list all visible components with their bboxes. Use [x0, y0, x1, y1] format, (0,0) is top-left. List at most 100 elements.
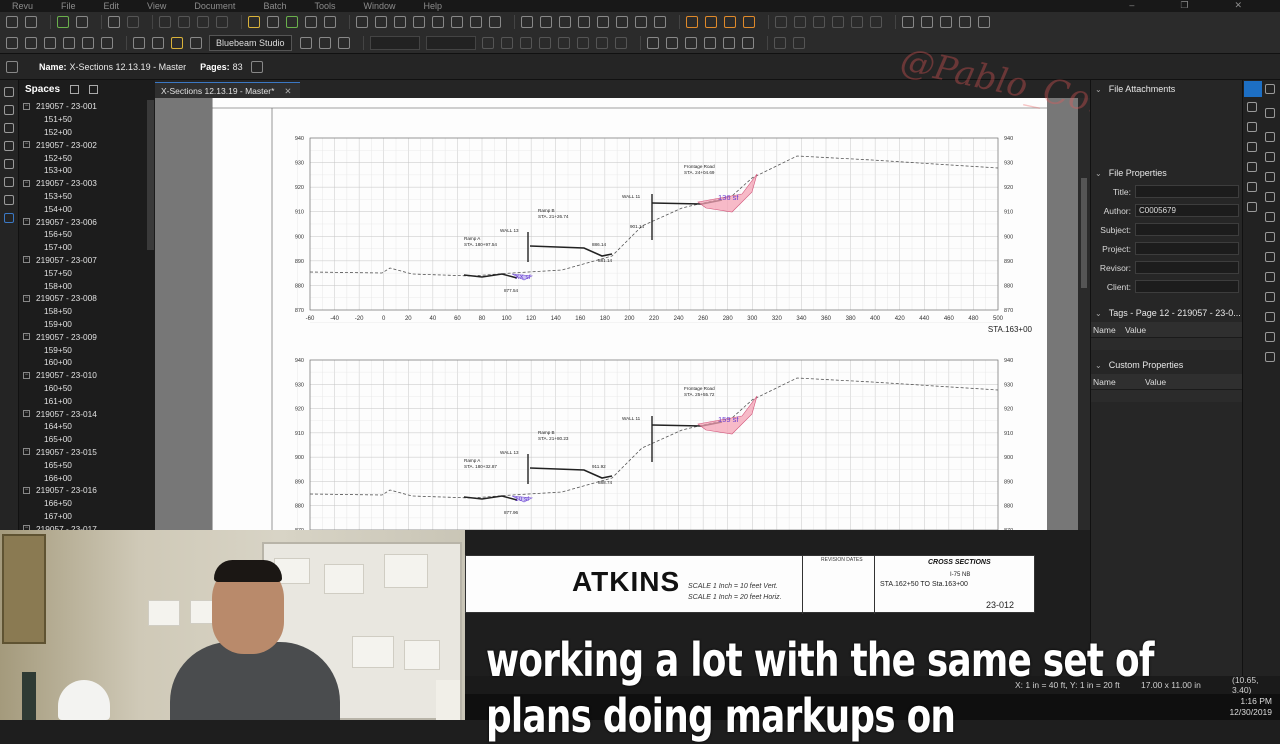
email-icon[interactable]: [82, 36, 94, 49]
highlight-icon[interactable]: [248, 16, 260, 28]
tool-icon-12[interactable]: [1265, 352, 1275, 362]
studio-dropdown[interactable]: Bluebeam Studio: [209, 34, 292, 51]
share-icon[interactable]: [152, 36, 164, 49]
space-group[interactable]: −219057 - 23-003: [19, 177, 155, 190]
space-options-icon[interactable]: [89, 84, 99, 94]
bold-icon[interactable]: [481, 36, 494, 49]
tool-icon-6[interactable]: [1265, 232, 1275, 242]
space-group[interactable]: −219057 - 23-001: [19, 100, 155, 113]
measure-perimeter-icon[interactable]: [724, 16, 736, 28]
space-group[interactable]: −219057 - 23-016: [19, 484, 155, 497]
stamp-tool-icon[interactable]: [451, 16, 463, 28]
space-item[interactable]: 167+00: [19, 510, 155, 523]
line-icon[interactable]: [521, 16, 533, 28]
tool-icon-2[interactable]: [1265, 152, 1275, 162]
collapse-icon[interactable]: −: [23, 218, 30, 226]
space-item[interactable]: 158+00: [19, 279, 155, 292]
space-item[interactable]: 159+00: [19, 318, 155, 331]
font-family-input[interactable]: [369, 35, 420, 50]
space-item[interactable]: 166+00: [19, 471, 155, 484]
menu-edit[interactable]: Edit: [104, 1, 120, 11]
crop-icon[interactable]: [489, 16, 501, 28]
space-group[interactable]: −219057 - 23-015: [19, 446, 155, 459]
space-item[interactable]: 154+00: [19, 202, 155, 215]
menu-revu[interactable]: Revu: [12, 1, 33, 11]
space-item[interactable]: 160+00: [19, 356, 155, 369]
cut-icon[interactable]: [159, 16, 171, 28]
copy-icon[interactable]: [178, 16, 190, 28]
ellipse-icon[interactable]: [616, 16, 628, 28]
add-space-icon[interactable]: [70, 84, 80, 94]
clear-icon[interactable]: [337, 36, 350, 49]
measure-length-icon[interactable]: [686, 16, 698, 28]
collapse-icon[interactable]: −: [23, 179, 30, 187]
strikethrough-icon[interactable]: [519, 36, 532, 49]
search-icon[interactable]: [1247, 202, 1257, 212]
tags-section[interactable]: ⌄ Tags - Page 12 - 219057 - 23-0...: [1091, 304, 1242, 322]
lock-icon[interactable]: [851, 16, 863, 28]
folder-icon[interactable]: [25, 36, 37, 49]
space-item[interactable]: 153+00: [19, 164, 155, 177]
space-item[interactable]: 166+50: [19, 497, 155, 510]
profile-icon[interactable]: [1265, 108, 1275, 118]
text-box-icon[interactable]: [356, 16, 368, 28]
note-icon[interactable]: [413, 16, 425, 28]
studio-icon[interactable]: [190, 36, 202, 49]
arrow-icon[interactable]: [540, 16, 552, 28]
line-width-icon[interactable]: [792, 36, 805, 49]
property-field[interactable]: [1135, 280, 1239, 293]
space-group[interactable]: −219057 - 23-010: [19, 369, 155, 382]
open-file-icon[interactable]: [6, 36, 18, 49]
arc-icon[interactable]: [559, 16, 571, 28]
frame-icon[interactable]: [703, 36, 716, 49]
eraser-icon[interactable]: [324, 16, 336, 28]
compare-icon[interactable]: [1247, 162, 1257, 172]
checkbox-icon[interactable]: [684, 36, 697, 49]
tool-icon-10[interactable]: [1265, 312, 1275, 322]
underline-icon[interactable]: [538, 36, 551, 49]
file-properties-section[interactable]: ⌄ File Properties: [1091, 164, 1242, 182]
format-text-icon[interactable]: [921, 16, 933, 28]
tool-icon-3[interactable]: [1265, 172, 1275, 182]
collapse-icon[interactable]: −: [23, 448, 30, 456]
pen-style-icon[interactable]: [741, 36, 754, 49]
tab-document[interactable]: X-Sections 12.13.19 - Master* ✕: [155, 82, 300, 98]
properties-icon[interactable]: [299, 36, 312, 49]
space-item[interactable]: 159+50: [19, 343, 155, 356]
menu-help[interactable]: Help: [423, 1, 442, 11]
line-style-icon[interactable]: [773, 36, 786, 49]
space-item[interactable]: 157+50: [19, 266, 155, 279]
spell-check-icon[interactable]: [902, 16, 914, 28]
canvas-scrollbar[interactable]: [1078, 98, 1090, 530]
spaces-scrollbar[interactable]: [147, 100, 154, 250]
close-icon[interactable]: ✕: [1234, 0, 1242, 11]
document-canvas[interactable]: -60 -40 -20 0 20 40 60 80 100 120 140 160 180 200 220 2…: [155, 98, 1078, 530]
menu-window[interactable]: Window: [363, 1, 395, 11]
image-icon[interactable]: [470, 16, 482, 28]
space-item[interactable]: 157+00: [19, 241, 155, 254]
new-icon[interactable]: [6, 16, 18, 28]
pen-icon[interactable]: [267, 16, 279, 28]
tool-icon-4[interactable]: [1265, 192, 1275, 202]
collapse-icon[interactable]: −: [23, 371, 30, 379]
tool-icon-8[interactable]: [1265, 272, 1275, 282]
space-group[interactable]: −219057 - 23-008: [19, 292, 155, 305]
links-icon[interactable]: [1247, 122, 1257, 132]
erase-icon[interactable]: [216, 16, 228, 28]
menu-file[interactable]: File: [61, 1, 76, 11]
property-field[interactable]: C0005679: [1135, 204, 1239, 217]
attach-icon[interactable]: [305, 16, 317, 28]
space-item[interactable]: 151+50: [19, 113, 155, 126]
collapse-icon[interactable]: −: [23, 102, 30, 110]
polygon-icon[interactable]: [635, 16, 647, 28]
batch-icon[interactable]: [1247, 182, 1257, 192]
space-item[interactable]: 152+00: [19, 126, 155, 139]
dimension-icon[interactable]: [578, 16, 590, 28]
collapse-icon[interactable]: −: [23, 256, 30, 264]
fill-color-icon[interactable]: [665, 36, 678, 49]
link-icon[interactable]: [57, 16, 69, 28]
thumbnails-icon[interactable]: [4, 87, 14, 97]
align-icon[interactable]: [813, 16, 825, 28]
space-group[interactable]: −219057 - 23-014: [19, 407, 155, 420]
align-right-icon[interactable]: [595, 36, 608, 49]
